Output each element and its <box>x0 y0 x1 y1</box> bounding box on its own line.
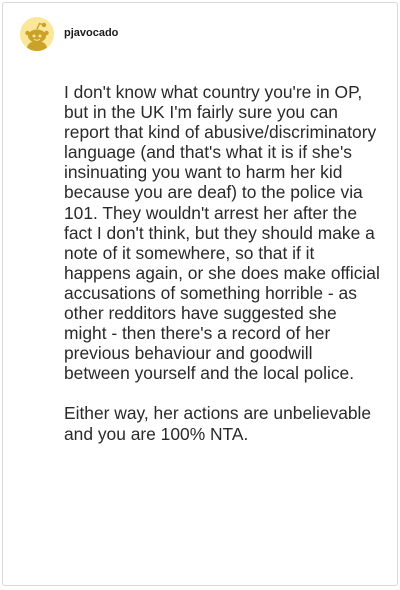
comment-header: pjavocado <box>20 16 118 52</box>
reddit-snoo-avatar-icon[interactable] <box>20 17 54 51</box>
username[interactable]: pjavocado <box>64 27 118 39</box>
comment-card: pjavocado I don't know what country you'… <box>2 2 398 586</box>
comment-body: I don't know what country you're in OP, … <box>64 82 382 444</box>
comment-paragraph: Either way, her actions are unbelievable… <box>64 403 372 444</box>
comment-paragraph: I don't know what country you're in OP, … <box>64 82 380 384</box>
